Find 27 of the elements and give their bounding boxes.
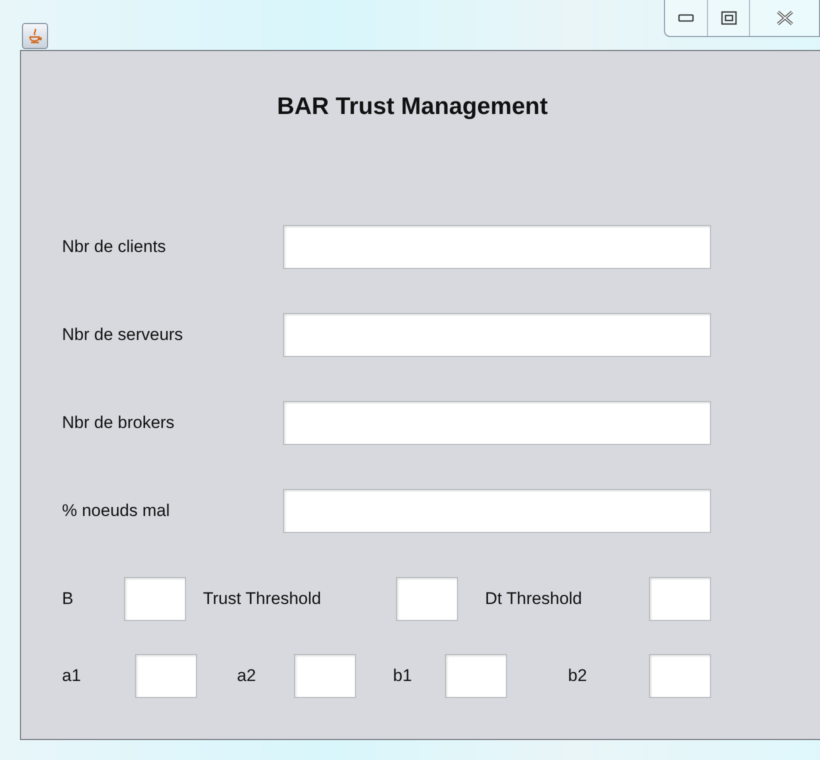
field-label: Nbr de clients bbox=[62, 237, 166, 256]
form-title: BAR Trust Management bbox=[277, 93, 549, 122]
parameter-label: a1 bbox=[62, 666, 82, 686]
input-field[interactable] bbox=[283, 489, 711, 533]
parameter-field[interactable] bbox=[294, 654, 356, 698]
input-field[interactable] bbox=[283, 313, 711, 357]
input-field[interactable] bbox=[283, 225, 711, 269]
parameter-label: Dt Threshold bbox=[485, 589, 584, 609]
input-field[interactable] bbox=[283, 401, 711, 445]
minimize-icon bbox=[678, 14, 694, 22]
parameter-field[interactable] bbox=[649, 654, 711, 698]
maximize-icon bbox=[720, 11, 736, 25]
parameter-label: b2 bbox=[568, 666, 588, 686]
parameter-field[interactable] bbox=[124, 577, 186, 621]
parameter-label: a2 bbox=[237, 666, 257, 686]
field-label: Nbr de brokers bbox=[62, 413, 174, 432]
parameter-label: B bbox=[62, 589, 74, 609]
parameter-field[interactable] bbox=[135, 654, 197, 698]
close-icon bbox=[776, 10, 794, 26]
parameter-field[interactable] bbox=[445, 654, 507, 698]
field-label: Nbr de serveurs bbox=[62, 325, 183, 344]
parameter-field[interactable] bbox=[649, 577, 711, 621]
parameter-field[interactable] bbox=[396, 577, 458, 621]
java-cup-icon[interactable] bbox=[22, 23, 48, 49]
parameter-label: b1 bbox=[393, 666, 413, 686]
parameter-label: Trust Threshold bbox=[203, 589, 322, 609]
field-label: % noeuds mal bbox=[62, 501, 170, 520]
